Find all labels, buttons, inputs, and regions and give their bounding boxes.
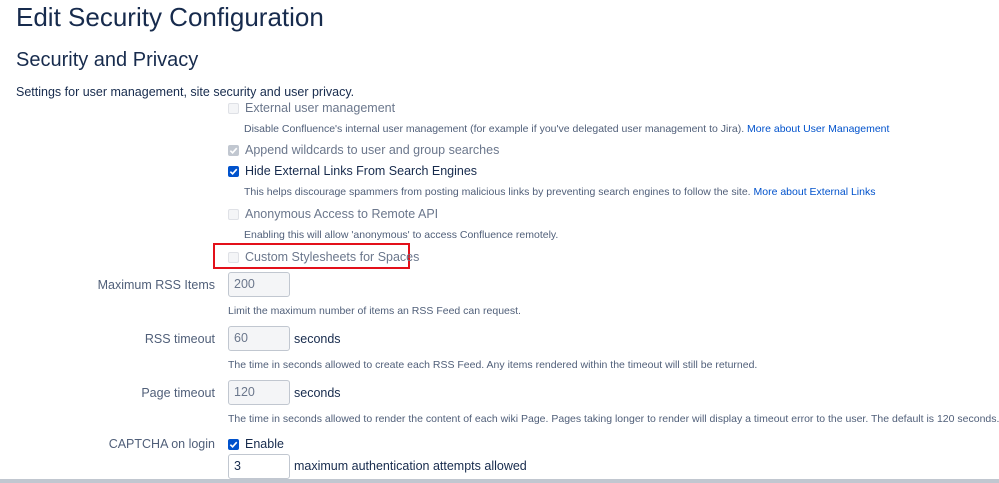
description-text: This helps discourage spammers from post… [244,186,751,198]
page-timeout-label: Page timeout [141,386,215,400]
external-user-management-checkbox[interactable] [228,102,239,114]
hide-external-links-label: Hide External Links From Search Engines [245,164,478,178]
captcha-enable-option: Enable [228,437,284,451]
page-timeout-description: The time in seconds allowed to render th… [228,413,999,425]
max-rss-items-input[interactable]: 200 [228,272,290,297]
anonymous-remote-api-checkbox[interactable] [228,208,239,220]
checkmark-icon [229,147,238,154]
anonymous-remote-api-label: Anonymous Access to Remote API [245,207,439,221]
more-about-external-links-link[interactable]: More about External Links [754,186,876,198]
max-rss-items-description: Limit the maximum number of items an RSS… [228,305,521,317]
anonymous-remote-api-description: Enabling this will allow 'anonymous' to … [244,229,559,241]
page-timeout-input[interactable]: 120 [228,380,290,405]
custom-stylesheets-checkbox[interactable] [228,251,239,263]
captcha-enable-label: Enable [245,437,284,451]
external-user-management-label: External user management [245,101,396,115]
append-wildcards-checkbox[interactable] [228,144,239,156]
page-title: Edit Security Configuration [16,2,324,32]
horizontal-scrollbar[interactable] [0,479,999,483]
rss-timeout-unit: seconds [294,332,341,346]
checkmark-icon [229,441,238,448]
external-user-management-option: External user management [228,101,395,115]
description-text: Disable Confluence's internal user manag… [244,123,745,135]
append-wildcards-label: Append wildcards to user and group searc… [245,143,500,157]
more-about-user-management-link[interactable]: More about User Management [747,123,889,135]
rss-timeout-description: The time in seconds allowed to create ea… [228,359,758,371]
rss-timeout-input[interactable]: 60 [228,326,290,351]
anonymous-remote-api-option: Anonymous Access to Remote API [228,207,438,221]
hide-external-links-checkbox[interactable] [228,165,239,177]
section-description: Settings for user management, site secur… [16,85,355,99]
section-title: Security and Privacy [16,49,199,71]
checkmark-icon [229,168,238,175]
custom-stylesheets-label: Custom Stylesheets for Spaces [245,250,420,264]
captcha-attempts-input[interactable]: 3 [228,454,290,479]
captcha-enable-checkbox[interactable] [228,438,239,450]
page-timeout-unit: seconds [294,386,341,400]
rss-timeout-label: RSS timeout [144,332,215,346]
hide-external-links-option: Hide External Links From Search Engines [228,164,477,178]
external-user-management-description: Disable Confluence's internal user manag… [244,123,889,135]
max-rss-items-label: Maximum RSS Items [97,278,215,292]
custom-stylesheets-option: Custom Stylesheets for Spaces [228,250,419,264]
hide-external-links-description: This helps discourage spammers from post… [244,186,875,198]
captcha-attempts-unit: maximum authentication attempts allowed [294,459,527,473]
captcha-label: CAPTCHA on login [108,437,215,451]
append-wildcards-option: Append wildcards to user and group searc… [228,143,499,157]
